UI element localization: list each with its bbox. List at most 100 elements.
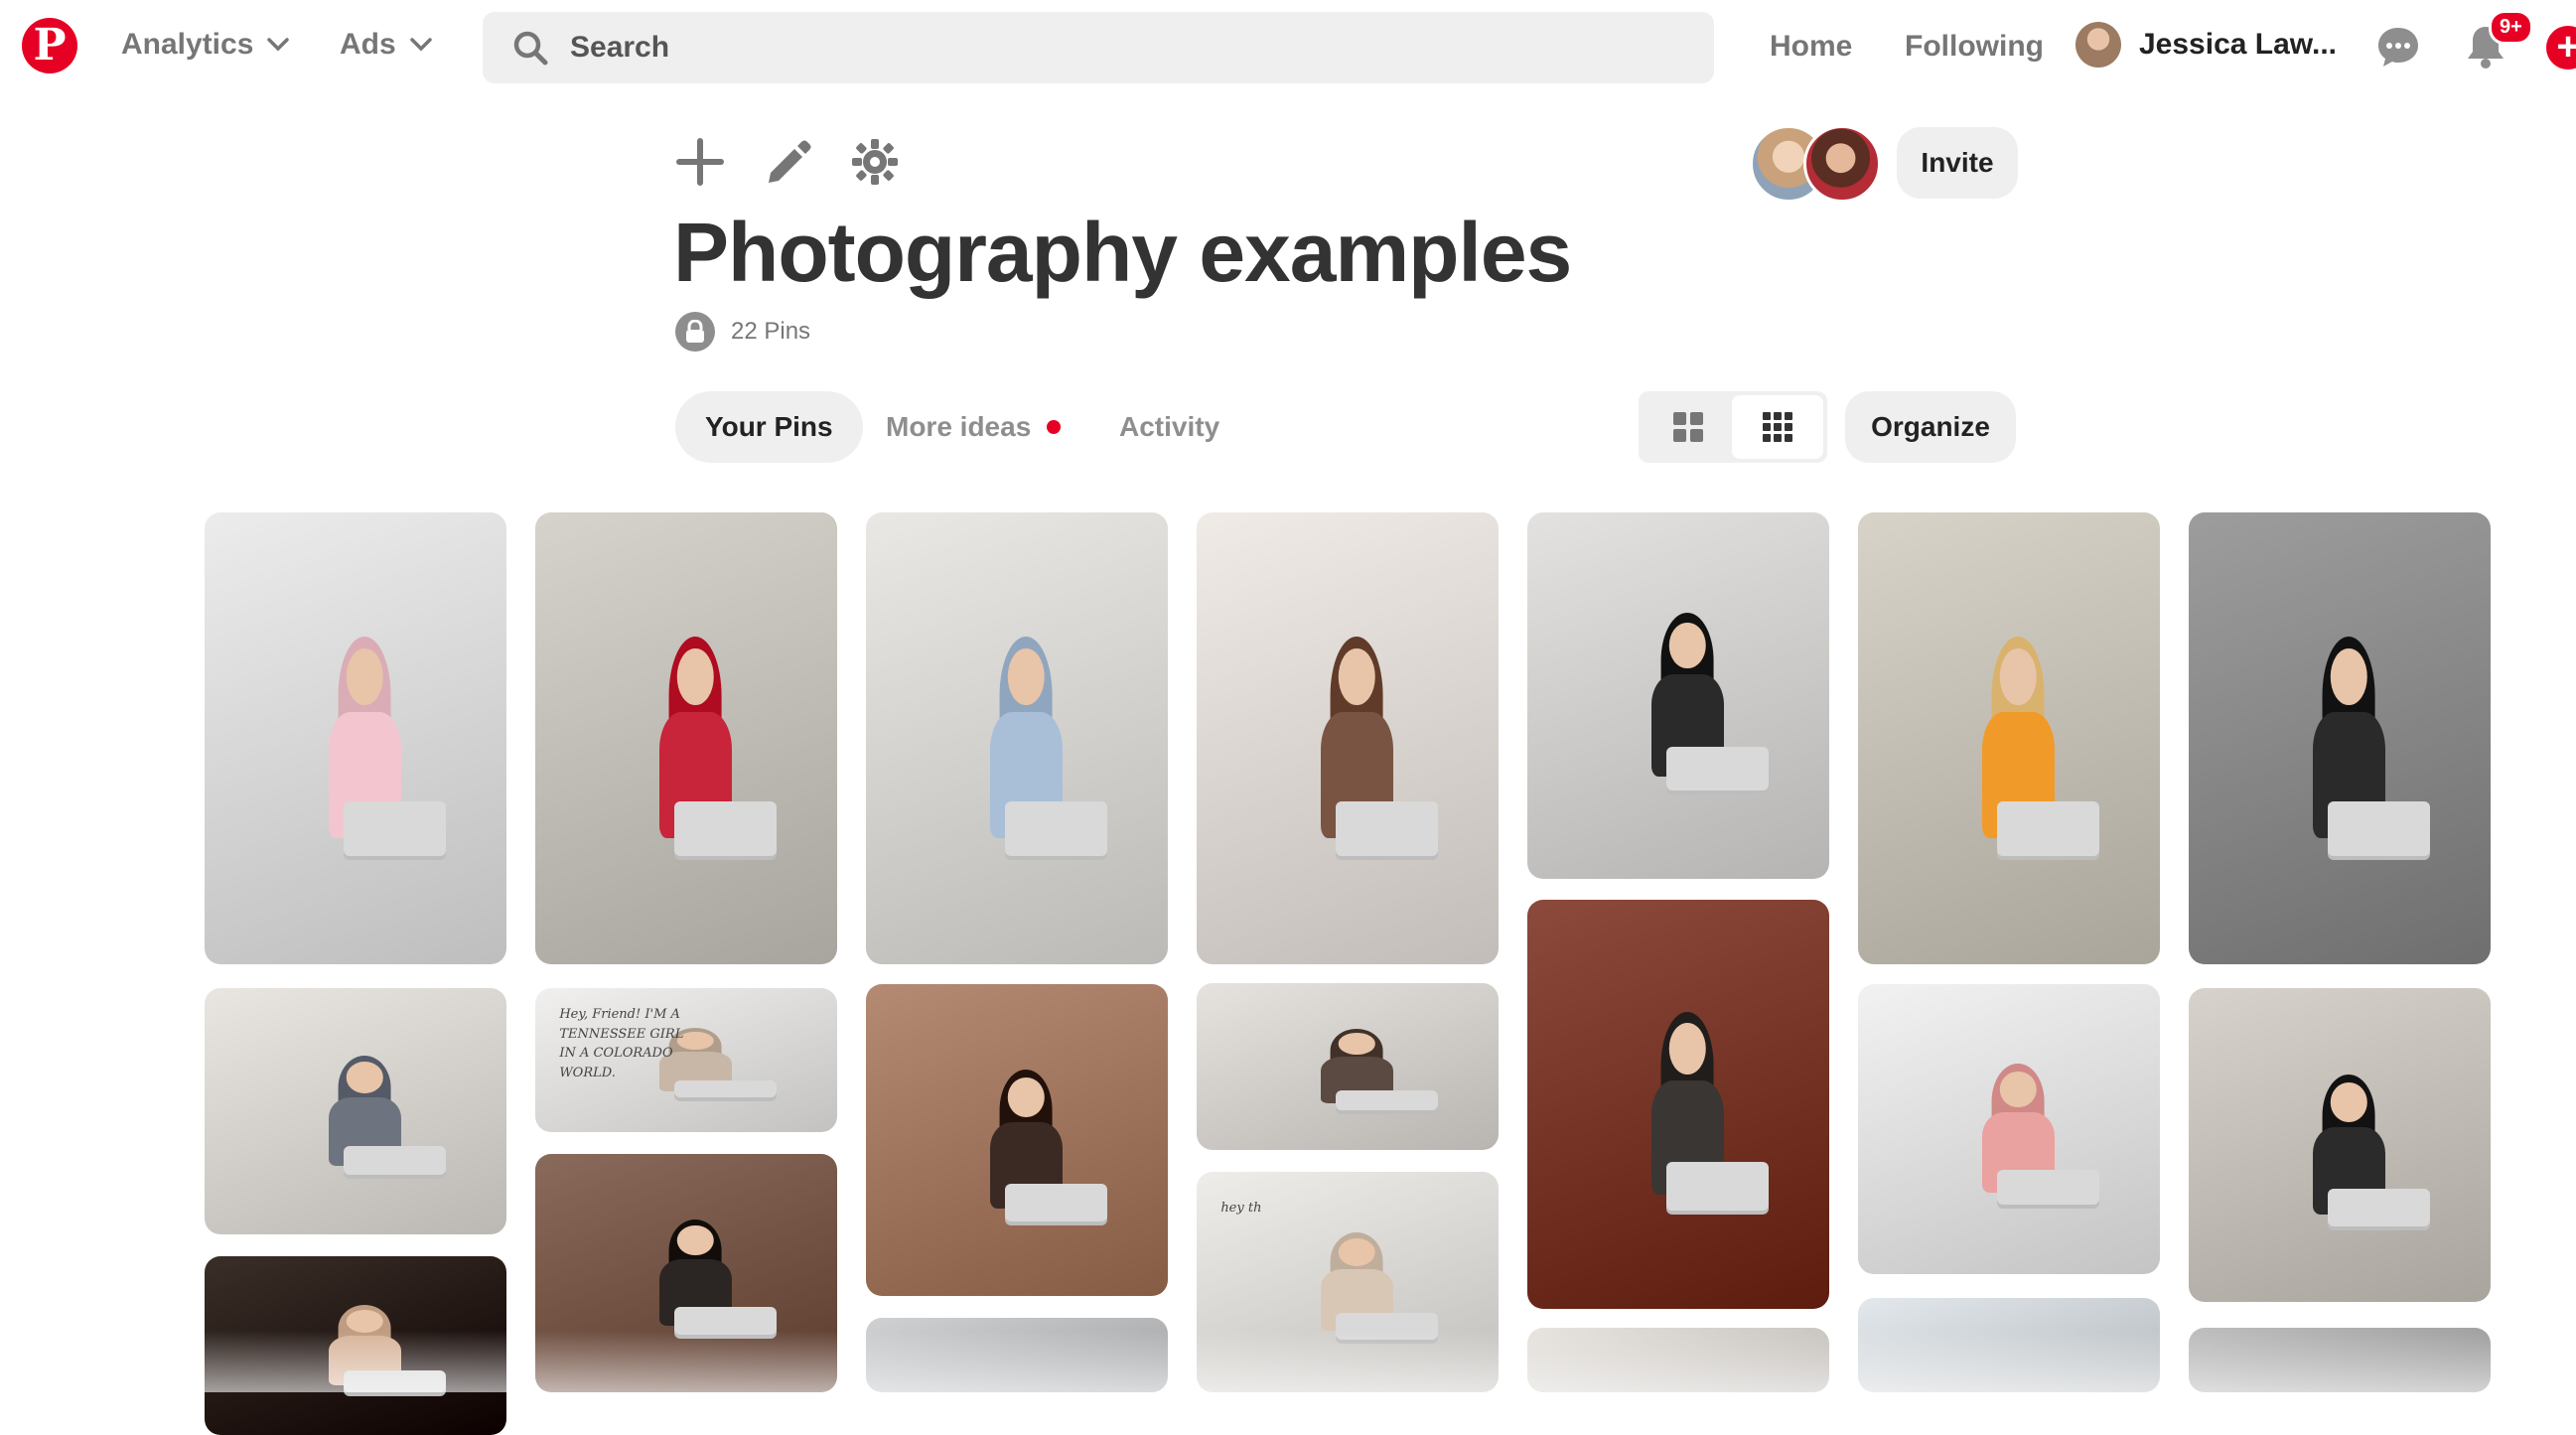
pin-image xyxy=(1858,512,2160,964)
search-bar[interactable] xyxy=(483,12,1714,83)
top-navigation-bar: P Analytics Ads Home Following Jessica L… xyxy=(0,0,2576,95)
plus-icon[interactable]: + xyxy=(2546,26,2576,70)
compact-grid-icon xyxy=(1763,412,1792,442)
pin-card[interactable] xyxy=(2189,512,2491,964)
pin-card[interactable] xyxy=(205,1256,506,1435)
pin-photo-laptop xyxy=(2327,801,2431,856)
pin-image xyxy=(866,512,1168,964)
following-link[interactable]: Following xyxy=(1905,30,2044,64)
pin-image xyxy=(866,984,1168,1296)
pin-photo-laptop xyxy=(343,1145,447,1176)
pin-card[interactable] xyxy=(1527,512,1829,879)
tab-more-ideas-label: More ideas xyxy=(886,411,1032,442)
view-mode-toggle xyxy=(1639,391,1827,463)
pin-image xyxy=(2189,988,2491,1302)
pin-card[interactable] xyxy=(1197,983,1499,1150)
pin-image xyxy=(205,988,506,1234)
pin-image xyxy=(1197,512,1499,964)
collaborator-avatar xyxy=(1803,125,1881,203)
pin-card[interactable] xyxy=(866,512,1168,964)
pin-image xyxy=(535,1154,837,1392)
default-grid-view-button[interactable] xyxy=(1643,395,1734,459)
pin-card[interactable] xyxy=(1858,512,2160,964)
pin-card[interactable] xyxy=(535,1154,837,1392)
tab-your-pins[interactable]: Your Pins xyxy=(675,391,863,463)
new-indicator-dot xyxy=(1047,420,1062,434)
large-grid-icon xyxy=(1673,412,1703,442)
ads-label: Ads xyxy=(340,28,396,61)
pin-card[interactable] xyxy=(1858,984,2160,1274)
pin-image: Hey, Friend! I'M A TENNESSEE GIRL IN A C… xyxy=(535,988,837,1132)
avatar xyxy=(2075,22,2121,68)
pin-image xyxy=(205,512,506,964)
pin-card[interactable] xyxy=(866,1318,1168,1392)
pin-image xyxy=(1527,900,1829,1309)
user-profile-link[interactable]: Jessica Law... xyxy=(2075,22,2337,68)
pin-image: hey th xyxy=(1197,1172,1499,1392)
pin-card[interactable] xyxy=(2189,1328,2491,1392)
lock-icon xyxy=(675,312,715,352)
user-name: Jessica Law... xyxy=(2139,28,2338,61)
pin-photo-laptop xyxy=(343,801,447,856)
pin-photo-laptop xyxy=(1335,801,1439,856)
pin-card[interactable] xyxy=(866,984,1168,1296)
pin-card[interactable] xyxy=(2189,988,2491,1302)
pin-card[interactable] xyxy=(1527,1328,1829,1392)
pin-overlay-text: hey th xyxy=(1220,1200,1262,1216)
messages-icon[interactable] xyxy=(2375,24,2421,70)
pin-photo-laptop xyxy=(1665,747,1770,791)
pin-photo-laptop xyxy=(1004,801,1108,856)
board-collaborators[interactable] xyxy=(1750,125,1881,203)
pin-photo-laptop xyxy=(2327,1189,2431,1227)
pin-image xyxy=(1527,1328,1829,1392)
analytics-label: Analytics xyxy=(121,28,254,61)
compact-grid-view-button[interactable] xyxy=(1732,395,1823,459)
pinterest-logo[interactable]: P xyxy=(22,18,77,73)
pin-photo-laptop xyxy=(1335,1089,1439,1110)
pin-card[interactable] xyxy=(535,512,837,964)
search-icon xyxy=(513,31,548,66)
search-input[interactable] xyxy=(568,30,1664,66)
invite-button[interactable]: Invite xyxy=(1897,127,2018,199)
pin-photo-laptop xyxy=(343,1370,447,1392)
pin-image xyxy=(1858,1298,2160,1392)
pin-card[interactable]: Hey, Friend! I'M A TENNESSEE GIRL IN A C… xyxy=(535,988,837,1132)
chevron-down-icon xyxy=(267,38,290,52)
board-title: Photography examples xyxy=(673,206,1572,299)
pin-image xyxy=(2189,1328,2491,1392)
analytics-menu[interactable]: Analytics xyxy=(121,28,290,62)
pin-image xyxy=(1527,512,1829,879)
pin-photo-laptop xyxy=(1996,801,2100,856)
chevron-down-icon xyxy=(409,38,432,52)
pin-card[interactable] xyxy=(205,988,506,1234)
pin-card[interactable]: hey th xyxy=(1197,1172,1499,1392)
pin-image xyxy=(1858,984,2160,1274)
gear-icon[interactable] xyxy=(850,137,900,187)
pin-photo-laptop xyxy=(1335,1313,1439,1340)
pin-image xyxy=(1197,983,1499,1150)
ads-menu[interactable]: Ads xyxy=(340,28,432,62)
pin-card[interactable] xyxy=(205,512,506,964)
tab-activity[interactable]: Activity xyxy=(1119,391,1219,463)
pin-image xyxy=(866,1318,1168,1392)
pencil-icon[interactable] xyxy=(763,137,812,187)
pin-photo-laptop xyxy=(673,801,778,856)
tab-more-ideas[interactable]: More ideas xyxy=(886,391,1062,463)
pin-image xyxy=(535,512,837,964)
organize-button[interactable]: Organize xyxy=(1845,391,2016,463)
pin-card[interactable] xyxy=(1527,900,1829,1309)
pin-card[interactable] xyxy=(1197,512,1499,964)
plus-icon[interactable] xyxy=(675,137,725,187)
pin-photo-laptop xyxy=(1665,1161,1770,1212)
pin-photo-laptop xyxy=(1004,1183,1108,1221)
pin-card[interactable] xyxy=(1858,1298,2160,1392)
home-link[interactable]: Home xyxy=(1770,30,1852,64)
pin-photo-laptop xyxy=(673,1306,778,1336)
pin-photo-laptop xyxy=(1996,1169,2100,1205)
board-meta: 22 Pins xyxy=(675,312,810,352)
notification-badge: 9+ xyxy=(2489,10,2533,45)
pin-overlay-text: Hey, Friend! I'M A TENNESSEE GIRL IN A C… xyxy=(559,1007,684,1080)
pin-image xyxy=(2189,512,2491,964)
pin-image xyxy=(205,1256,506,1435)
pin-count: 22 Pins xyxy=(731,318,811,345)
